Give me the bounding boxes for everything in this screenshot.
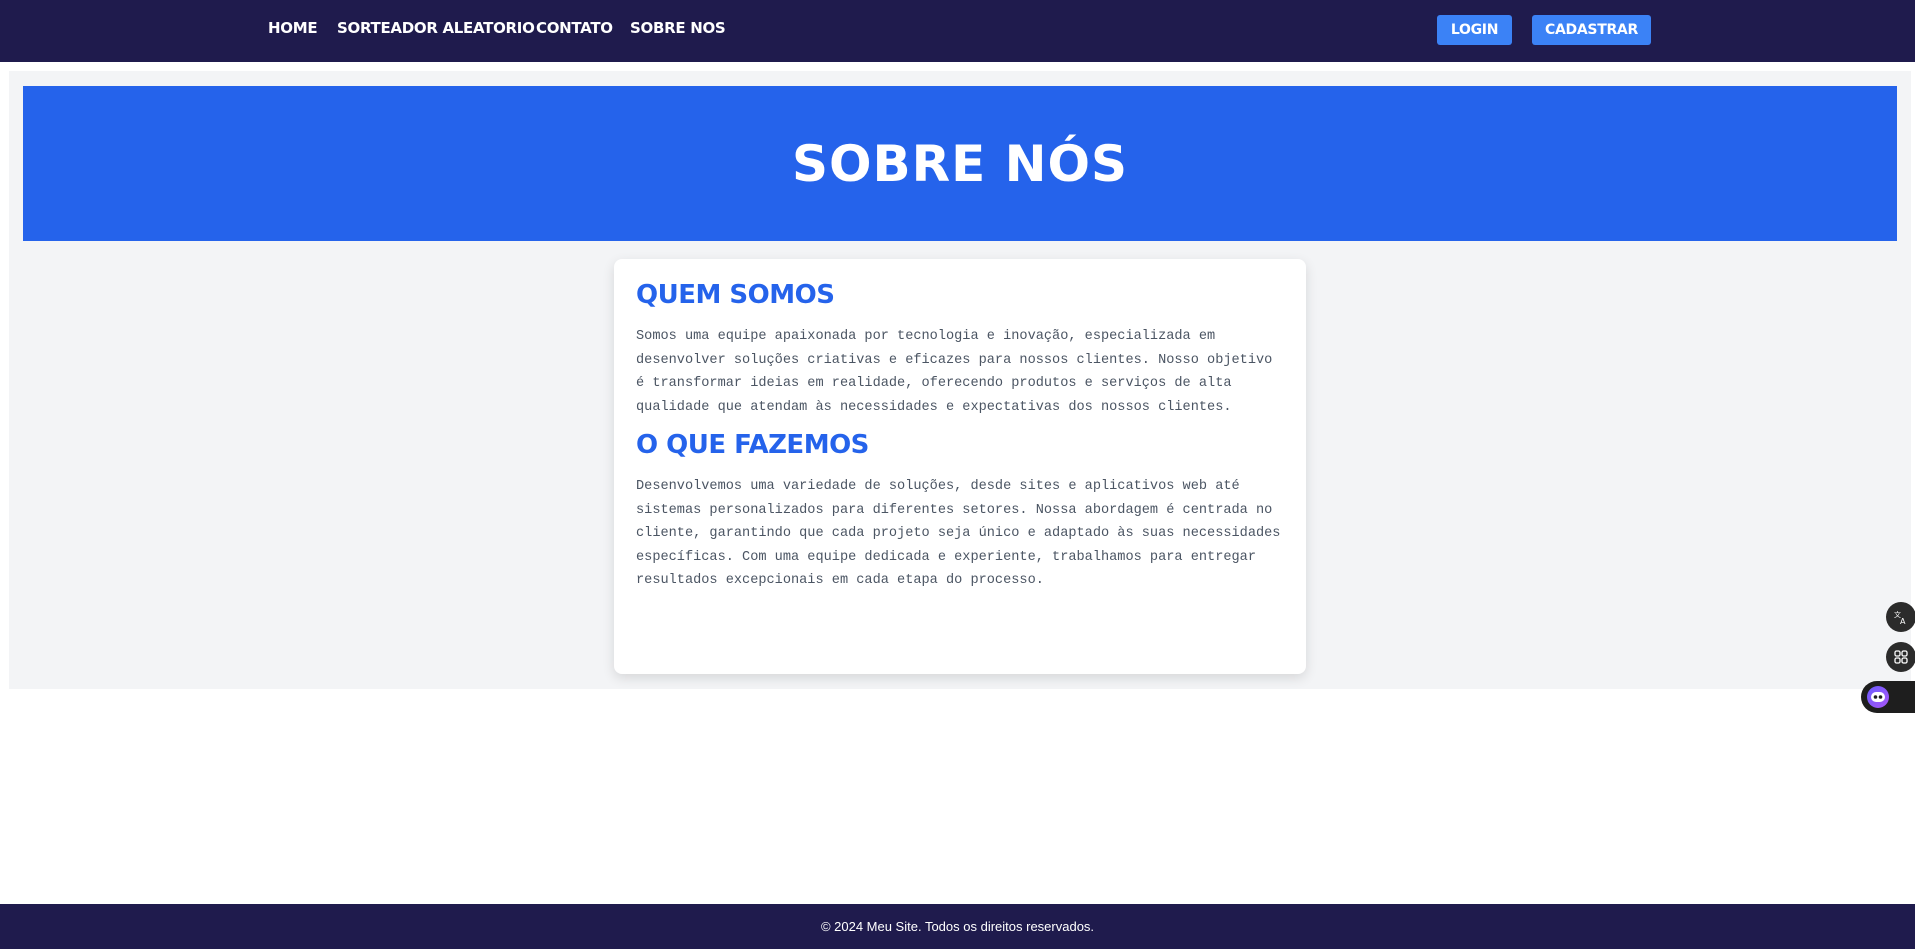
- login-button[interactable]: LOGIN: [1437, 15, 1512, 45]
- assistant-bot-icon: [1867, 686, 1889, 708]
- nav-link-home[interactable]: HOME: [268, 19, 318, 37]
- nav-link-contato[interactable]: CONTATO: [536, 19, 613, 37]
- assistant-launcher[interactable]: [1861, 681, 1915, 713]
- section-text-o-que-fazemos: Desenvolvemos uma variedade de soluções,…: [636, 479, 1281, 588]
- section-text-quem-somos: Somos uma equipe apaixonada por tecnolog…: [636, 329, 1273, 415]
- footer-copyright: © 2024 Meu Site. Todos os direitos reser…: [820, 919, 1095, 934]
- hero-banner: SOBRE NÓS: [23, 86, 1897, 241]
- apps-grid-icon[interactable]: [1886, 642, 1915, 672]
- top-navbar: HOME SORTEADOR ALEATORIO CONTATO SOBRE N…: [0, 0, 1915, 62]
- translate-glyph: 文 A: [1894, 610, 1906, 625]
- svg-text:A: A: [1900, 617, 1906, 625]
- site-footer: © 2024 Meu Site. Todos os direitos reser…: [0, 904, 1915, 949]
- nav-link-sobre-nos[interactable]: SOBRE NOS: [630, 19, 726, 37]
- section-divider: [636, 419, 1284, 429]
- section-title-o-que-fazemos: O QUE FAZEMOS: [636, 430, 869, 460]
- page-title: SOBRE NÓS: [791, 134, 1129, 193]
- about-card: QUEM SOMOS Somos uma equipe apaixonada p…: [614, 259, 1306, 674]
- translate-icon[interactable]: 文 A: [1886, 602, 1915, 632]
- register-button[interactable]: CADASTRAR: [1532, 15, 1651, 45]
- bot-eyes: [1871, 692, 1885, 702]
- section-title-quem-somos: QUEM SOMOS: [636, 280, 835, 310]
- nav-link-sorteador-aleatorio[interactable]: SORTEADOR ALEATORIO: [337, 19, 535, 37]
- apps-grid-glyph: [1894, 650, 1908, 664]
